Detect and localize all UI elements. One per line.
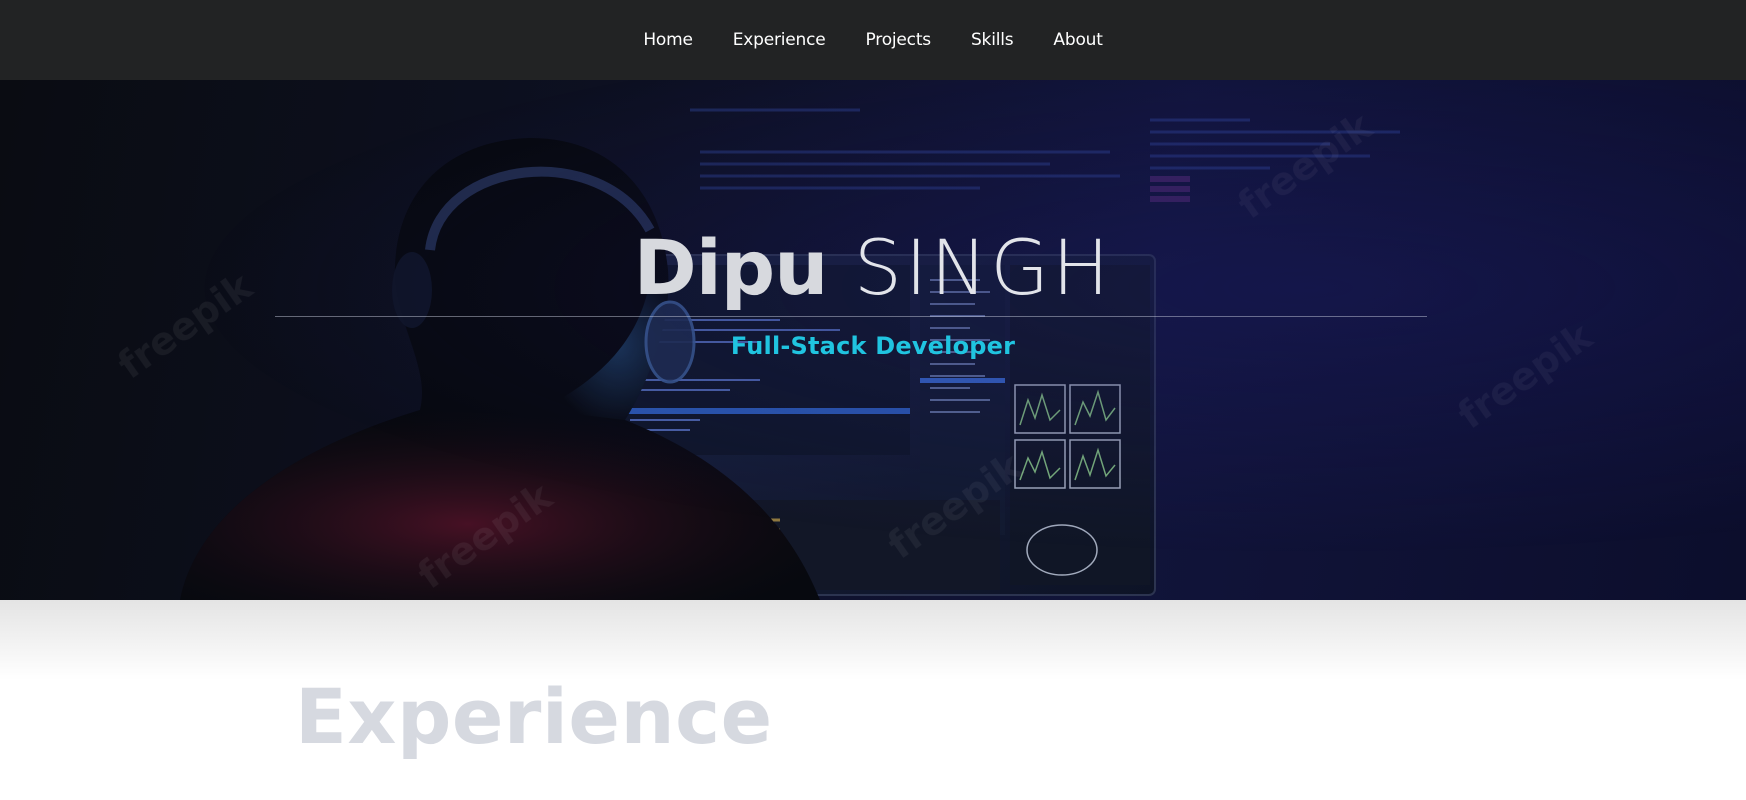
nav-home-link[interactable]: Home xyxy=(643,30,693,50)
section-fade xyxy=(0,600,1746,680)
nav-experience-link[interactable]: Experience xyxy=(733,30,826,50)
hero-divider xyxy=(275,316,1427,317)
nav-skills-link[interactable]: Skills xyxy=(971,30,1014,50)
nav-projects-link[interactable]: Projects xyxy=(866,30,932,50)
nav-about-link[interactable]: About xyxy=(1053,30,1102,50)
hero-first-name: Dipu xyxy=(633,223,829,312)
hero-section: freepik freepik freepik freepik freepik … xyxy=(0,80,1746,600)
top-navigation: Home Experience Projects Skills About xyxy=(0,0,1746,80)
hero-role: Full-Stack Developer xyxy=(730,332,1016,360)
experience-heading: Experience xyxy=(295,672,773,761)
hero-name: Dipu SINGH xyxy=(0,230,1746,306)
hero-last-name: SINGH xyxy=(853,223,1113,312)
